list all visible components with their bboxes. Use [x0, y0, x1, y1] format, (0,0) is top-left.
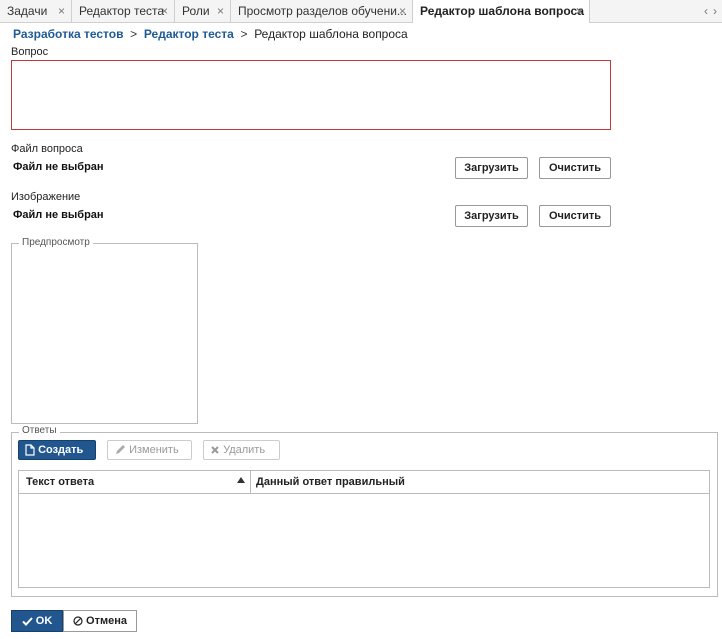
tab-label: Редактор шаблона вопроса	[420, 4, 585, 18]
breadcrumb-link-test-development[interactable]: Разработка тестов	[13, 27, 123, 41]
pencil-icon	[116, 445, 125, 455]
image-file-status: Файл не выбран	[13, 209, 104, 221]
ok-button[interactable]: OK	[11, 610, 63, 632]
question-textarea[interactable]	[11, 60, 611, 130]
scroll-right-icon[interactable]: ›	[708, 0, 722, 22]
close-icon[interactable]: ×	[217, 0, 224, 22]
question-file-upload-button[interactable]: Загрузить	[455, 157, 528, 179]
breadcrumb-current: Редактор шаблона вопроса	[254, 27, 408, 41]
breadcrumb-link-test-editor[interactable]: Редактор теста	[144, 27, 234, 41]
question-file-label: Файл вопроса	[11, 143, 83, 155]
image-label: Изображение	[11, 191, 81, 203]
question-file-status: Файл не выбран	[13, 161, 104, 173]
delete-answer-button[interactable]: Удалить	[203, 440, 280, 460]
tab-label: Редактор теста	[79, 4, 165, 18]
tab-test-editor[interactable]: Редактор теста ×	[72, 0, 175, 22]
breadcrumb-separator: >	[130, 27, 138, 41]
column-header-correct[interactable]: Данный ответ правильный	[256, 476, 405, 488]
checkmark-icon	[22, 616, 33, 626]
cancel-label: Отмена	[86, 615, 128, 627]
close-icon[interactable]: ×	[58, 0, 65, 22]
create-answer-label: Создать	[38, 444, 84, 456]
question-file-clear-button[interactable]: Очистить	[539, 157, 611, 179]
preview-legend: Предпросмотр	[19, 237, 93, 248]
close-icon[interactable]: ×	[576, 0, 583, 22]
close-icon	[211, 446, 219, 454]
tab-label: Роли	[182, 4, 210, 18]
cancel-button[interactable]: Отмена	[63, 610, 137, 632]
tab-tasks[interactable]: Задачи ×	[0, 0, 72, 22]
tab-label: Просмотр разделов обучени...	[238, 4, 407, 18]
tab-label: Задачи	[7, 4, 48, 18]
close-icon[interactable]: ×	[161, 0, 168, 22]
question-label: Вопрос	[11, 46, 49, 58]
image-clear-button[interactable]: Очистить	[539, 205, 611, 227]
answers-legend: Ответы	[19, 425, 60, 436]
close-icon[interactable]: ×	[399, 0, 406, 22]
breadcrumb: Разработка тестов > Редактор теста > Ред…	[13, 27, 408, 41]
image-upload-button[interactable]: Загрузить	[455, 205, 528, 227]
sort-ascending-icon[interactable]	[237, 477, 245, 483]
tab-question-template-editor[interactable]: Редактор шаблона вопроса ×	[413, 0, 590, 23]
ok-label: OK	[35, 615, 53, 627]
cancel-icon	[73, 616, 83, 626]
tab-sections-view[interactable]: Просмотр разделов обучени... ×	[231, 0, 413, 22]
create-answer-button[interactable]: Создать	[18, 440, 96, 460]
column-header-answer-text[interactable]: Текст ответа	[26, 476, 94, 488]
grid-header-divider	[18, 493, 710, 494]
column-divider	[250, 470, 251, 494]
preview-panel	[11, 243, 198, 424]
delete-answer-label: Удалить	[223, 444, 266, 456]
breadcrumb-separator: >	[240, 27, 248, 41]
edit-answer-label: Изменить	[129, 444, 179, 456]
document-icon	[25, 444, 35, 456]
edit-answer-button[interactable]: Изменить	[107, 440, 192, 460]
tab-roles[interactable]: Роли ×	[175, 0, 231, 22]
